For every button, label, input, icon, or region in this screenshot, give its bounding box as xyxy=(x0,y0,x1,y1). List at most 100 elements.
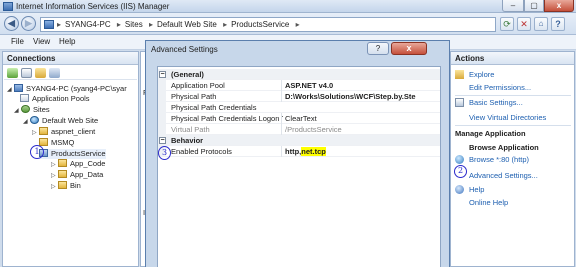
category-label: Behavior xyxy=(171,136,204,145)
enabled-protocols-value[interactable]: http,net.tcp xyxy=(281,146,439,157)
menu-view[interactable]: View xyxy=(33,37,50,46)
collapse-icon[interactable]: − xyxy=(159,137,166,144)
tree-label: Bin xyxy=(70,181,81,190)
connect-icon[interactable] xyxy=(7,68,18,78)
tree-item-sites[interactable]: ◢ Sites xyxy=(14,105,50,115)
property-row[interactable]: Physical Path D:\Works\Solutions\WCF\Ste… xyxy=(158,91,440,102)
property-row[interactable]: Physical Path Credentials xyxy=(158,102,440,113)
actions-panel: Actions Explore Edit Permissions... Basi… xyxy=(450,51,575,267)
connections-panel: Connections ◢ SYANG4-PC (syang4-PC\syar A… xyxy=(2,51,139,267)
breadcrumb-separator: ▸ xyxy=(295,20,300,29)
window-title: Internet Information Services (IIS) Mana… xyxy=(16,2,170,11)
tree-label: App_Code xyxy=(70,159,106,168)
breadcrumb-sites[interactable]: Sites xyxy=(125,20,143,29)
action-divider xyxy=(455,95,571,96)
app-pool-icon xyxy=(20,94,29,102)
action-online-help[interactable]: Online Help xyxy=(469,198,508,207)
property-row[interactable]: Physical Path Credentials Logon T ClearT… xyxy=(158,113,440,124)
breadcrumb: ▸ SYANG4-PC ▸ Sites ▸ Default Web Site ▸ Pro… xyxy=(57,20,304,29)
menu-file[interactable]: File xyxy=(11,37,24,46)
action-browse-80[interactable]: Browse *:80 (http) xyxy=(469,155,529,164)
tree-item-aspnet-client[interactable]: ▷ aspnet_client xyxy=(32,127,95,137)
save-icon[interactable] xyxy=(21,68,32,78)
action-view-virtual-directories[interactable]: View Virtual Directories xyxy=(469,113,546,122)
property-row[interactable]: Virtual Path /ProductsService xyxy=(158,124,440,135)
connections-header: Connections xyxy=(3,52,138,65)
stop-icon[interactable]: ✕ xyxy=(517,17,531,31)
tree-item-app-data[interactable]: ▷ App_Data xyxy=(51,170,103,180)
title-bar: Internet Information Services (IIS) Mana… xyxy=(0,0,576,13)
tree-item-products-service[interactable]: ProductsService xyxy=(39,149,106,159)
property-value: /ProductsService xyxy=(281,124,439,135)
folder-icon xyxy=(58,181,67,189)
folder-icon xyxy=(39,127,48,135)
home-icon[interactable]: ⌂ xyxy=(534,17,548,31)
window-close-button[interactable]: x xyxy=(544,0,574,12)
actions-header: Actions xyxy=(451,52,574,65)
action-help[interactable]: Help xyxy=(469,185,484,194)
server-icon xyxy=(44,20,54,29)
tree-label: Default Web Site xyxy=(42,116,99,125)
manage-application-heading: Manage Application xyxy=(455,129,526,138)
refresh-icon[interactable]: ⟳ xyxy=(500,17,514,31)
maximize-button[interactable]: ▢ xyxy=(524,0,544,12)
property-row[interactable]: Application Pool ASP.NET v4.0 xyxy=(158,80,440,91)
category-label: (General) xyxy=(171,70,204,79)
folder-icon xyxy=(58,170,67,178)
address-toolbar: ◀ ▶ ▸ SYANG4-PC ▸ Sites ▸ Default Web Site … xyxy=(0,13,576,35)
minimize-button[interactable]: – xyxy=(502,0,524,12)
tree-item-bin[interactable]: ▷ Bin xyxy=(51,181,81,191)
breadcrumb-server[interactable]: SYANG4-PC xyxy=(65,20,111,29)
tree-item-msmq[interactable]: MSMQ xyxy=(39,138,74,148)
tree-item-default-web-site[interactable]: ◢ Default Web Site xyxy=(23,116,98,126)
settings-icon xyxy=(455,98,464,107)
tree-label: aspnet_client xyxy=(51,127,96,136)
breadcrumb-products-service[interactable]: ProductsService xyxy=(231,20,289,29)
globe-icon xyxy=(30,116,39,124)
breadcrumb-default-web-site[interactable]: Default Web Site xyxy=(157,20,217,29)
browse-application-heading: Browse Application xyxy=(469,143,539,152)
category-behavior[interactable]: − Behavior xyxy=(158,135,440,146)
connections-toolbar xyxy=(4,66,137,80)
tree-item-app-code[interactable]: ▷ App_Code xyxy=(51,159,105,169)
action-explore[interactable]: Explore xyxy=(469,70,494,79)
action-divider xyxy=(455,125,571,126)
dialog-help-button[interactable]: ? xyxy=(367,42,389,55)
property-value[interactable]: ClearText xyxy=(281,113,439,124)
category-general[interactable]: − (General) xyxy=(158,69,440,80)
folder-icon[interactable] xyxy=(35,68,46,78)
tree-item-app-pools[interactable]: Application Pools xyxy=(20,94,90,104)
forward-arrow-icon[interactable]: ▶ xyxy=(21,16,36,31)
protocols-http: http, xyxy=(285,147,302,156)
menu-help[interactable]: Help xyxy=(59,37,75,46)
disconnect-icon[interactable] xyxy=(49,68,60,78)
collapse-icon[interactable]: − xyxy=(159,71,166,78)
breadcrumb-separator: ▸ xyxy=(57,20,62,29)
back-arrow-icon[interactable]: ◀ xyxy=(4,16,19,31)
annotation-circle-3: 3 xyxy=(158,146,171,160)
iis-app-icon xyxy=(3,2,13,11)
property-name: Physical Path Credentials Logon T xyxy=(171,114,283,123)
tree-label: ProductsService xyxy=(51,149,106,158)
computer-icon xyxy=(14,84,23,92)
tree-label: Sites xyxy=(33,105,50,114)
advanced-settings-dialog: Advanced Settings ? x − (General) Applic… xyxy=(145,40,450,267)
folder-icon xyxy=(58,159,67,167)
action-edit-permissions[interactable]: Edit Permissions... xyxy=(469,83,531,92)
sites-icon xyxy=(21,105,30,113)
tree-label: App_Data xyxy=(70,170,104,179)
tree-item-server[interactable]: ◢ SYANG4-PC (syang4-PC\syar xyxy=(7,84,127,94)
dialog-title: Advanced Settings xyxy=(151,45,218,54)
protocols-net-tcp-highlight: net.tcp xyxy=(301,147,326,156)
property-value[interactable]: D:\Works\Solutions\WCF\Step.by.Ste xyxy=(281,91,439,102)
property-row-enabled-protocols[interactable]: Enabled Protocols http,net.tcp xyxy=(158,146,440,157)
breadcrumb-separator: ▸ xyxy=(223,20,228,29)
property-value[interactable]: ASP.NET v4.0 xyxy=(281,80,439,91)
help-icon[interactable]: ? xyxy=(551,17,565,31)
property-name: Application Pool xyxy=(171,81,225,90)
dialog-close-button[interactable]: x xyxy=(391,42,427,55)
action-advanced-settings[interactable]: Advanced Settings... xyxy=(469,171,538,180)
action-basic-settings[interactable]: Basic Settings... xyxy=(469,98,523,107)
tree-label: MSMQ xyxy=(51,138,75,147)
address-bar[interactable]: ▸ SYANG4-PC ▸ Sites ▸ Default Web Site ▸ Pro… xyxy=(40,17,496,32)
